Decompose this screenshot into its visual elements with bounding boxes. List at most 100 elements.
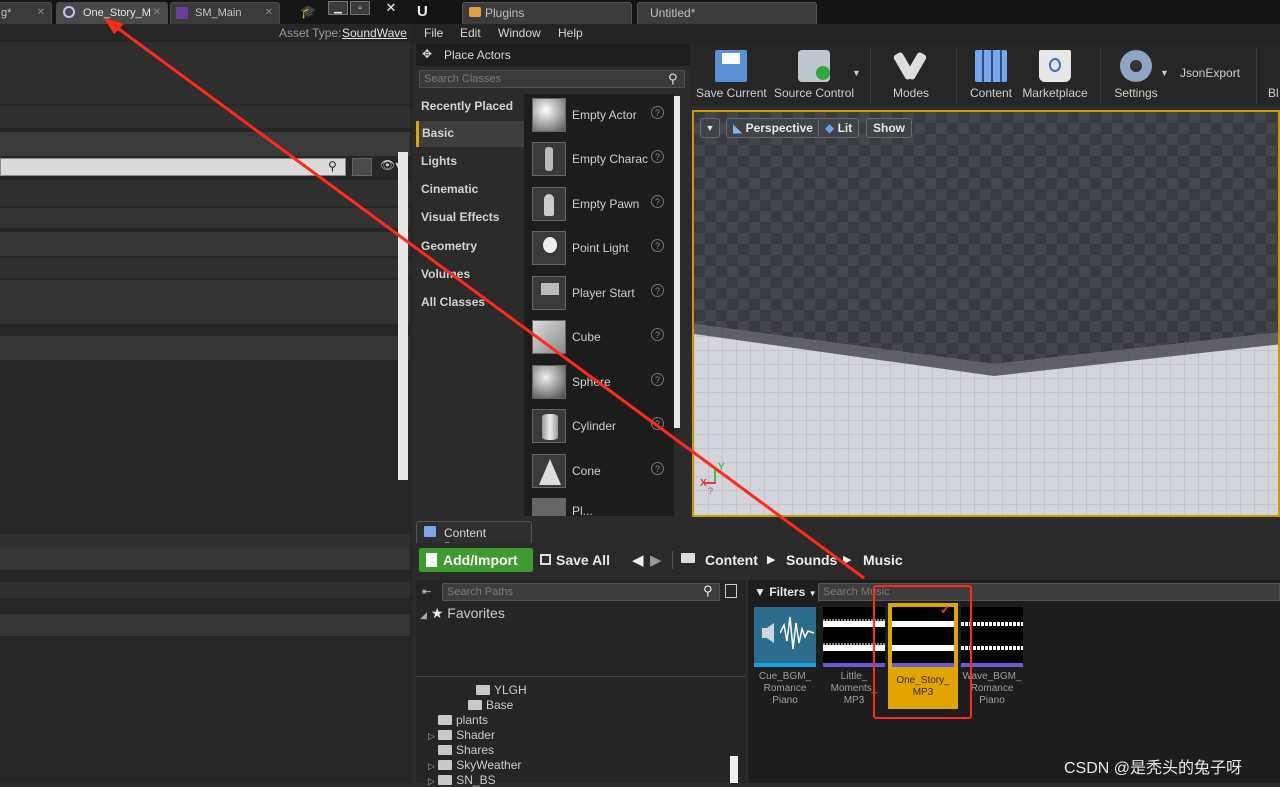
- scrollbar[interactable]: [730, 756, 738, 783]
- show-dropdown[interactable]: Show: [866, 118, 912, 138]
- actor-item-cone[interactable]: Cone ?: [524, 450, 674, 492]
- lit-dropdown[interactable]: ◆ Lit: [818, 118, 860, 138]
- menu-window[interactable]: Window: [498, 26, 541, 40]
- viewport-options-dropdown[interactable]: ▼: [700, 118, 720, 138]
- help-icon[interactable]: ?: [651, 284, 664, 297]
- category-all-classes[interactable]: All Classes: [416, 290, 524, 316]
- perspective-dropdown[interactable]: ◣ Perspective: [726, 118, 820, 138]
- tab-previous-asset[interactable]: g* ✕: [0, 2, 52, 24]
- category-cinematic[interactable]: Cinematic: [416, 177, 524, 203]
- category-basic[interactable]: Basic: [416, 121, 524, 147]
- actor-item-plane[interactable]: Pl...: [524, 494, 674, 516]
- filters-button[interactable]: ▼ Filters ▼: [754, 585, 817, 599]
- actor-item-empty-pawn[interactable]: Empty Pawn ?: [524, 183, 674, 225]
- tab-untitled-level[interactable]: Untitled*: [637, 2, 817, 24]
- content-browser-tab[interactable]: Content Browser: [416, 521, 532, 554]
- folder-shader[interactable]: ▷ Shader: [428, 728, 495, 742]
- help-icon[interactable]: ?: [651, 462, 664, 475]
- folder-sn-bs[interactable]: ▷ SN_BS: [428, 773, 496, 787]
- category-volumes[interactable]: Volumes: [416, 262, 524, 288]
- actor-item-empty-actor[interactable]: Empty Actor ?: [524, 94, 674, 136]
- menu-help[interactable]: Help: [558, 26, 583, 40]
- close-icon[interactable]: ✕: [265, 3, 273, 23]
- menu-edit[interactable]: Edit: [460, 26, 481, 40]
- asset-tile-wave-bgm-romance-piano[interactable]: Wave_BGM_ Romance Piano: [961, 607, 1023, 707]
- category-geometry[interactable]: Geometry: [416, 234, 524, 260]
- content-browser-icon: [424, 526, 436, 537]
- search-paths-input[interactable]: Search Paths ⚲: [442, 583, 720, 601]
- content-button[interactable]: Content: [962, 46, 1020, 104]
- dropdown-arrow-icon[interactable]: ▼: [1160, 68, 1169, 78]
- help-icon[interactable]: ?: [651, 239, 664, 252]
- json-export-button[interactable]: JsonExport: [1180, 66, 1240, 80]
- help-icon[interactable]: ?: [651, 417, 664, 430]
- close-icon[interactable]: ✕: [37, 3, 45, 23]
- save-current-button[interactable]: Save Current: [696, 46, 767, 104]
- maximize-button[interactable]: ▫: [350, 1, 370, 15]
- breadcrumb-separator-icon[interactable]: ▶: [767, 553, 775, 566]
- actor-item-cylinder[interactable]: Cylinder ?: [524, 405, 674, 447]
- grid-view-icon[interactable]: [352, 158, 372, 176]
- folder-base[interactable]: Base: [468, 698, 513, 712]
- expand-arrow-icon[interactable]: ▷: [428, 776, 435, 786]
- help-icon[interactable]: ?: [651, 373, 664, 386]
- place-actors-scrollbar[interactable]: [674, 94, 682, 516]
- help-icon[interactable]: ?: [651, 328, 664, 341]
- level-viewport[interactable]: ▼ ◣ Perspective ◆ Lit Show Y X ?: [692, 110, 1280, 517]
- search-assets-input[interactable]: Search Music: [818, 583, 1280, 601]
- actor-item-empty-character[interactable]: Empty Charac ?: [524, 138, 674, 180]
- plane-icon: [532, 498, 566, 516]
- details-search-input[interactable]: ⚲: [0, 158, 346, 176]
- scrollbar[interactable]: [398, 152, 408, 480]
- dropdown-arrow-icon[interactable]: ▼: [852, 68, 861, 78]
- expand-arrow-icon[interactable]: ▷: [428, 761, 435, 771]
- favorites-section[interactable]: ◢ ★ Favorites: [420, 605, 505, 622]
- help-icon[interactable]: ?: [651, 150, 664, 163]
- asset-tile-cue-bgm-romance-piano[interactable]: Cue_BGM_ Romance Piano: [754, 607, 816, 707]
- asset-tile-one-story-mp3[interactable]: ✔ One_Story_ MP3: [888, 603, 958, 709]
- sources-toggle-icon[interactable]: ⇤: [422, 585, 431, 598]
- tab-one-story-asset[interactable]: One_Story_M ✕: [56, 2, 168, 24]
- tab-sm-main[interactable]: SM_Main ✕: [170, 2, 280, 24]
- breadcrumb-sounds[interactable]: Sounds: [786, 552, 837, 568]
- actor-item-cube[interactable]: Cube ?: [524, 316, 674, 358]
- folder-plants[interactable]: plants: [438, 713, 488, 727]
- expand-arrow-icon[interactable]: ◢: [420, 610, 427, 620]
- help-icon[interactable]: ?: [651, 195, 664, 208]
- category-lights[interactable]: Lights: [416, 149, 524, 175]
- view-options-icon[interactable]: [725, 584, 737, 598]
- actor-item-sphere[interactable]: Sphere ?: [524, 361, 674, 403]
- expand-arrow-icon[interactable]: ▷: [428, 731, 435, 741]
- tab-plugins[interactable]: Plugins: [462, 2, 632, 24]
- search-classes-input[interactable]: Search Classes ⚲: [419, 70, 685, 88]
- folder-shares[interactable]: Shares: [438, 743, 494, 757]
- minimize-button[interactable]: ▁: [328, 1, 348, 15]
- sound-wave-thumbnail: [823, 607, 885, 667]
- help-icon[interactable]: ?: [651, 106, 664, 119]
- source-control-button[interactable]: Source Control ▼: [774, 46, 861, 104]
- folder-ylgh[interactable]: YLGH: [476, 683, 527, 697]
- modes-button[interactable]: Modes: [878, 46, 944, 104]
- breadcrumb-content[interactable]: Content: [705, 552, 758, 568]
- folder-skyweather[interactable]: ▷ SkyWeather: [428, 758, 521, 772]
- back-arrow-icon[interactable]: ◀: [632, 551, 644, 569]
- asset-type-value[interactable]: SoundWave: [342, 26, 407, 40]
- forward-arrow-icon[interactable]: ▶: [650, 551, 662, 569]
- category-visual-effects[interactable]: Visual Effects: [416, 205, 524, 231]
- asset-tile-little-moments-mp3[interactable]: Little_ Moments_ MP3: [823, 607, 885, 707]
- graduation-cap-icon[interactable]: 🎓: [300, 4, 316, 20]
- breadcrumb-music[interactable]: Music: [863, 552, 903, 568]
- marketplace-button[interactable]: Marketplace: [1020, 46, 1090, 104]
- close-icon[interactable]: ✕: [153, 3, 161, 23]
- actor-item-point-light[interactable]: Point Light ?: [524, 227, 674, 269]
- close-window-button[interactable]: ✕: [372, 1, 410, 15]
- save-all-button[interactable]: Save All: [540, 552, 610, 568]
- actor-item-player-start[interactable]: Player Start ?: [524, 272, 674, 314]
- menu-file[interactable]: File: [424, 26, 443, 40]
- add-import-button[interactable]: Add/Import ▼: [419, 548, 533, 591]
- scrollbar-thumb[interactable]: [674, 96, 680, 428]
- blueprints-button-label[interactable]: Bl: [1268, 86, 1279, 100]
- settings-button[interactable]: Settings ▼: [1104, 46, 1169, 104]
- category-recently-placed[interactable]: Recently Placed: [416, 94, 524, 120]
- breadcrumb-separator-icon[interactable]: ▶: [843, 553, 851, 566]
